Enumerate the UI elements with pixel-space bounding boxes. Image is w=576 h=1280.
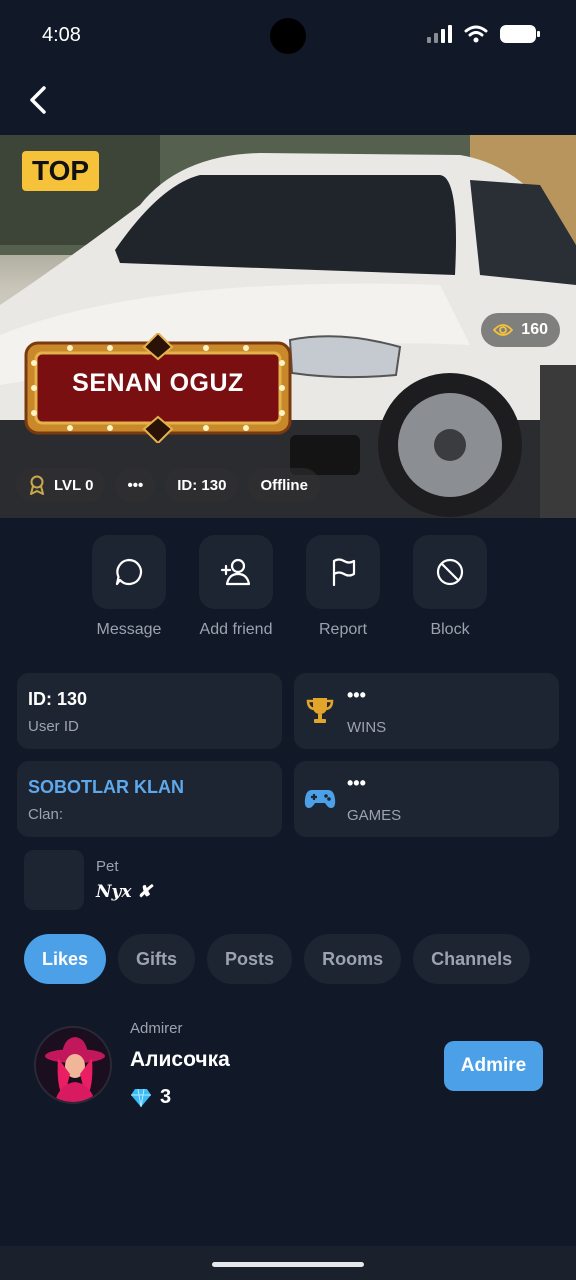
more-text: ••• — [127, 476, 144, 494]
message-label: Message — [96, 621, 162, 638]
games-label: GAMES — [347, 807, 402, 824]
gamepad-icon — [304, 790, 336, 808]
status-bar: 4:08 — [0, 0, 576, 72]
add-friend-label: Add friend — [199, 621, 273, 638]
admirer-count: 3 — [130, 1086, 171, 1109]
clan-name[interactable]: SOBOTLAR KLAN — [28, 777, 184, 798]
home-indicator[interactable] — [212, 1262, 364, 1267]
medal-icon — [30, 475, 44, 495]
admirer-count-value: 3 — [160, 1086, 172, 1108]
admirer-label: Admirer — [130, 1020, 183, 1037]
profile-tabs: Likes Gifts Posts Rooms Channels — [24, 934, 531, 984]
views-count: 160 — [521, 321, 548, 338]
block-label: Block — [430, 621, 470, 638]
profile-chips: LVL 0 ••• ID: 130 Offline — [16, 468, 320, 502]
trophy-icon — [306, 698, 334, 723]
wifi-icon — [464, 25, 488, 43]
front-camera — [270, 18, 306, 54]
message-icon — [115, 558, 143, 586]
block-action[interactable]: Block — [413, 535, 487, 639]
add-user-icon — [220, 558, 251, 586]
status-text: Offline — [260, 476, 308, 494]
tab-likes[interactable]: Likes — [24, 934, 107, 984]
avatar[interactable] — [34, 1026, 112, 1104]
diamond-icon — [131, 1088, 151, 1107]
level-chip: LVL 0 — [16, 468, 106, 502]
report-label: Report — [318, 621, 368, 638]
status-icons — [427, 24, 540, 44]
pet-image[interactable] — [24, 850, 84, 910]
admirer-name[interactable]: Алисочка — [130, 1048, 230, 1072]
profile-banner: TOP 160 SENAN OGUZ LVL 0 ••• ID: 130 Off… — [0, 135, 576, 518]
pet-label: Pet — [96, 858, 119, 875]
clan-card[interactable]: SOBOTLAR KLAN Clan: — [17, 761, 282, 837]
wins-card[interactable]: ••• WINS — [294, 673, 559, 749]
games-card[interactable]: ••• GAMES — [294, 761, 559, 837]
chevron-left-icon — [30, 86, 46, 114]
wins-label: WINS — [347, 719, 387, 736]
avatar-image — [36, 1028, 110, 1102]
tab-posts[interactable]: Posts — [207, 934, 293, 984]
user-id-value: ID: 130 — [28, 689, 88, 709]
views-badge: 160 — [481, 313, 560, 347]
user-id-card: ID: 130 User ID — [17, 673, 282, 749]
status-chip: Offline — [248, 468, 320, 502]
signal-icon — [427, 25, 452, 43]
games-value: ••• — [347, 773, 366, 793]
wins-value: ••• — [347, 685, 366, 705]
message-button[interactable] — [92, 535, 166, 609]
flag-icon — [332, 558, 356, 587]
back-button[interactable] — [20, 82, 56, 118]
message-action[interactable]: Message — [92, 535, 166, 639]
status-time: 4:08 — [42, 24, 81, 46]
clan-label: Clan: — [28, 806, 64, 823]
action-row: Message Add friend Report Block — [92, 535, 487, 639]
profile-name: SENAN OGUZ — [72, 369, 244, 397]
id-text: ID: 130 — [177, 476, 227, 494]
report-action[interactable]: Report — [306, 535, 380, 639]
more-chip[interactable]: ••• — [115, 468, 156, 502]
user-id-label: User ID — [28, 718, 79, 735]
tab-gifts[interactable]: Gifts — [118, 934, 196, 984]
pet-name: Nyx ✘ — [96, 882, 152, 902]
report-button[interactable] — [306, 535, 380, 609]
tab-channels[interactable]: Channels — [413, 934, 531, 984]
eye-icon — [493, 324, 514, 336]
tab-rooms[interactable]: Rooms — [304, 934, 402, 984]
battery-icon — [500, 25, 540, 43]
add-friend-action[interactable]: Add friend — [199, 535, 273, 639]
level-text: LVL 0 — [54, 476, 94, 494]
top-badge: TOP — [22, 151, 100, 191]
nameplate: SENAN OGUZ — [20, 333, 296, 443]
block-icon — [436, 558, 464, 586]
id-chip: ID: 130 — [165, 468, 239, 502]
add-friend-button[interactable] — [199, 535, 273, 609]
block-button[interactable] — [413, 535, 487, 609]
admire-button[interactable]: Admire — [444, 1041, 543, 1091]
